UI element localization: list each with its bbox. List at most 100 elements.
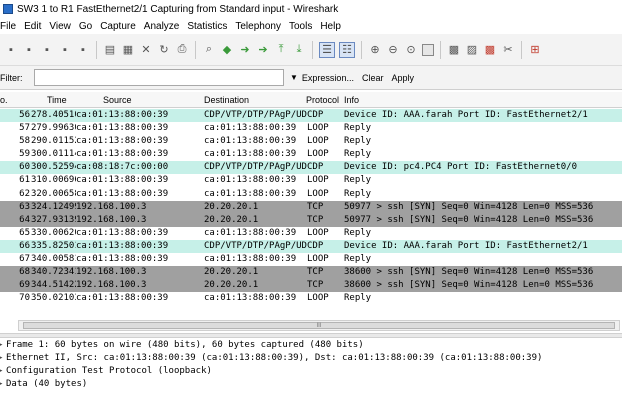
table-row[interactable]: 63324.124990192.168.100.3 20.20.20.1 TCP 50…: [0, 200, 622, 214]
close-file-icon[interactable]: ✕: [139, 43, 153, 57]
zoom-out-icon[interactable]: ⊖: [386, 43, 400, 57]
menu-file[interactable]: File: [0, 21, 20, 32]
cell-no: 65: [19, 227, 30, 238]
menu-edit[interactable]: Edit: [20, 21, 45, 32]
expand-arrow-icon[interactable]: ▸: [0, 378, 3, 391]
find-packet-icon[interactable]: ⌕: [202, 43, 216, 57]
menu-analyze[interactable]: Analyze: [140, 21, 184, 32]
chevron-down-icon[interactable]: ▼: [290, 73, 298, 82]
cell-no: 69: [19, 280, 30, 291]
table-row[interactable]: 66335.825010ca:01:13:88:00:39 CDP/VTP/DTP…: [0, 239, 622, 254]
table-row[interactable]: 65330.006200ca:01:13:88:00:39ca:01:13:88…: [0, 226, 622, 240]
cell-no: 56: [19, 110, 30, 120]
cell-no: 64: [19, 214, 30, 225]
detail-data[interactable]: ▸ Data (40 bytes): [0, 378, 622, 391]
go-first-icon[interactable]: ⤒: [274, 43, 288, 57]
expand-arrow-icon[interactable]: ▸: [0, 352, 3, 365]
column-header-protocol[interactable]: Protocol: [306, 95, 339, 105]
cell-protocol: LOOP: [307, 136, 329, 147]
table-row[interactable]: 61310.006965ca:01:13:88:00:39ca:01:13:88…: [0, 174, 622, 188]
stop-capture-icon[interactable]: ▪: [58, 43, 72, 57]
cell-protocol: TCP: [307, 201, 324, 212]
go-last-icon[interactable]: ⤓: [292, 43, 306, 57]
cell-source: 192.168.100.3: [76, 201, 147, 212]
cell-no: 58: [19, 136, 30, 147]
column-header-info[interactable]: Info: [344, 95, 359, 105]
clear-button[interactable]: Clear: [362, 73, 384, 83]
menu-go[interactable]: Go: [75, 21, 96, 32]
filter-input[interactable]: [34, 69, 284, 86]
auto-scroll-icon[interactable]: ☷: [339, 41, 355, 58]
coloring-rules-icon[interactable]: ▩: [483, 43, 497, 57]
packet-list[interactable]: 56278.405103ca:01:13:88:00:39CDP/VTP/DTP…: [0, 109, 622, 319]
table-row[interactable]: 62320.006582ca:01:13:88:00:39ca:01:13:88…: [0, 187, 622, 201]
print-icon[interactable]: ⎙: [175, 43, 189, 57]
resize-columns-icon[interactable]: [422, 43, 434, 56]
scrollbar-thumb[interactable]: III: [23, 322, 615, 329]
column-header-no[interactable]: o.: [0, 95, 8, 105]
table-row[interactable]: 69344.514226192.168.100.3 20.20.20.1 TCP 38…: [0, 279, 622, 293]
normal-size-icon[interactable]: ⊙: [404, 43, 418, 57]
cell-time: 340.005818: [31, 254, 76, 265]
cell-protocol: CDP: [307, 240, 324, 251]
go-to-packet-icon[interactable]: ➔: [256, 43, 270, 57]
table-row[interactable]: 70350.021035ca:01:13:88:00:39ca:01:13:88…: [0, 292, 622, 306]
cell-destination: 20.20.20.1: [204, 267, 259, 278]
cell-no: 60: [19, 162, 30, 173]
reload-icon[interactable]: ↻: [157, 43, 171, 57]
table-row[interactable]: 56278.405103ca:01:13:88:00:39 CDP/VTP/DTP…: [0, 109, 622, 123]
table-row[interactable]: 58290.011523ca:01:13:88:00:39ca:01:13:88…: [0, 135, 622, 149]
restart-capture-icon[interactable]: ▪: [76, 43, 90, 57]
menu-bar: File Edit View Go Capture Analyze Statis…: [0, 18, 622, 34]
expand-arrow-icon[interactable]: ▸: [0, 339, 3, 352]
column-header-time[interactable]: Time: [47, 95, 67, 105]
cell-info: 38600 > ssh [SYN] Seq=0 Win=4128 Len=0 M…: [344, 267, 594, 278]
menu-telephony[interactable]: Telephony: [231, 21, 285, 32]
open-file-icon[interactable]: ▤: [103, 43, 117, 57]
go-forward-icon[interactable]: ➜: [238, 43, 252, 57]
interface-list-icon[interactable]: ▪: [4, 43, 18, 57]
capture-options-icon[interactable]: ▪: [22, 43, 36, 57]
table-row[interactable]: 59300.011141ca:01:13:88:00:39ca:01:13:88…: [0, 148, 622, 162]
column-header-destination[interactable]: Destination: [204, 95, 249, 105]
detail-ethernet[interactable]: ▸ Ethernet II, Src: ca:01:13:88:00:39 (c…: [0, 352, 622, 365]
start-capture-icon[interactable]: ▪: [40, 43, 54, 57]
help-icon[interactable]: ⊞: [528, 43, 542, 57]
save-file-icon[interactable]: ▦: [121, 43, 135, 57]
display-filters-icon[interactable]: ▨: [465, 43, 479, 57]
table-row[interactable]: 60300.525942ca:08:18:7c:00:00 CDP/VTP/DTP…: [0, 161, 622, 175]
menu-view[interactable]: View: [45, 21, 75, 32]
expression-button[interactable]: Expression...: [302, 73, 354, 83]
zoom-in-icon[interactable]: ⊕: [368, 43, 382, 57]
cell-time: 320.006582: [31, 188, 76, 199]
cell-time: 300.525942: [31, 162, 76, 173]
go-back-icon[interactable]: ◆: [220, 43, 234, 57]
menu-capture[interactable]: Capture: [96, 21, 140, 32]
table-row[interactable]: 68340.723419192.168.100.3 20.20.20.1 TCP 38…: [0, 266, 622, 280]
cell-protocol: TCP: [307, 280, 324, 291]
cell-destination: CDP/VTP/DTP/PAgP/UD: [204, 110, 307, 120]
detail-frame[interactable]: ▸ Frame 1: 60 bytes on wire (480 bits), …: [0, 339, 622, 352]
menu-statistics[interactable]: Statistics: [183, 21, 231, 32]
preferences-icon[interactable]: ✂: [501, 43, 515, 57]
table-row[interactable]: 57279.996305ca:01:13:88:00:39ca:01:13:88…: [0, 122, 622, 136]
horizontal-scrollbar[interactable]: III: [18, 320, 620, 331]
menu-tools[interactable]: Tools: [285, 21, 316, 32]
capture-filters-icon[interactable]: ▩: [447, 43, 461, 57]
cell-protocol: LOOP: [307, 123, 329, 134]
toolbar-separator: [361, 40, 362, 59]
packet-list-header: o. Time Source Destination Protocol Info: [0, 92, 622, 108]
detail-loopback[interactable]: ▸ Configuration Test Protocol (loopback): [0, 365, 622, 378]
column-header-source[interactable]: Source: [103, 95, 132, 105]
colorize-icon[interactable]: ☰: [319, 41, 335, 58]
menu-help[interactable]: Help: [316, 21, 345, 32]
table-row[interactable]: 64327.931396192.168.100.3 20.20.20.1 TCP 50…: [0, 213, 622, 227]
cell-info: 50977 > ssh [SYN] Seq=0 Win=4128 Len=0 M…: [344, 214, 594, 225]
expand-arrow-icon[interactable]: ▸: [0, 365, 3, 378]
table-row[interactable]: 67340.005818ca:01:13:88:00:39ca:01:13:88…: [0, 253, 622, 267]
cell-destination: 20.20.20.1: [204, 201, 259, 212]
pane-splitter[interactable]: [0, 333, 622, 338]
toolbar-separator: [521, 40, 522, 59]
cell-info: Reply: [344, 293, 372, 304]
apply-button[interactable]: Apply: [391, 73, 414, 83]
